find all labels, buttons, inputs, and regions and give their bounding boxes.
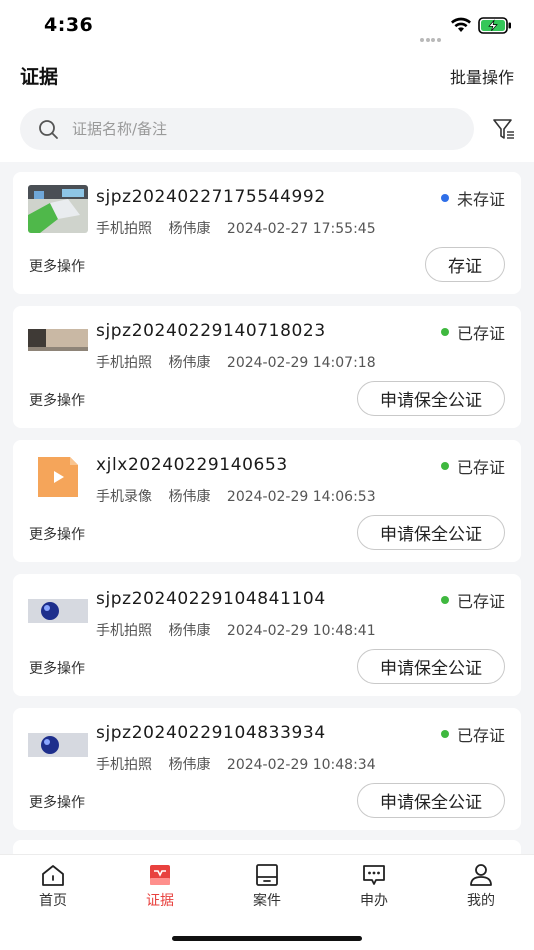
evidence-user: 杨伟康 — [168, 489, 211, 505]
status-time: 4:36 — [44, 14, 94, 36]
tab-case[interactable]: 案件 — [232, 863, 302, 910]
evidence-card[interactable]: sjpz20240229104841104 已存证 手机拍照 杨伟康 2024-… — [13, 574, 521, 696]
evidence-meta: 手机拍照 杨伟康 2024-02-29 14:07:18 — [96, 352, 388, 372]
evidence-card[interactable]: sjpz20240227175544992 未存证 手机拍照 杨伟康 2024-… — [13, 172, 521, 294]
evidence-time: 2024-02-29 10:48:41 — [226, 623, 376, 639]
video-file-icon — [28, 453, 88, 501]
status-label: 已存证 — [456, 726, 505, 745]
status-dot — [440, 328, 449, 336]
status-label: 已存证 — [456, 324, 505, 343]
evidence-status: 已存证 — [440, 454, 505, 478]
home-icon — [42, 865, 64, 886]
tab-label: 证据 — [146, 893, 174, 909]
evidence-name: sjpz20240229104841104 — [96, 589, 326, 609]
wifi-icon — [451, 17, 471, 32]
signal-dots-icon — [420, 27, 442, 42]
evidence-type: 手机拍照 — [96, 623, 152, 639]
apply-icon — [363, 865, 385, 885]
tab-profile[interactable]: 我的 — [446, 863, 516, 910]
tab-label: 申办 — [360, 893, 388, 909]
evidence-time: 2024-02-29 14:06:53 — [226, 489, 376, 505]
evidence-meta: 手机拍照 杨伟康 2024-02-29 10:48:34 — [96, 754, 388, 774]
profile-icon — [470, 864, 492, 886]
evidence-status: 未存证 — [440, 186, 505, 210]
apply-notarization-button[interactable]: 申请保全公证 — [357, 381, 505, 416]
evidence-meta: 手机录像 杨伟康 2024-02-29 14:06:53 — [96, 486, 388, 506]
tab-label: 首页 — [39, 893, 67, 909]
evidence-card[interactable]: sjpz20240229140718023 已存证 手机拍照 杨伟康 2024-… — [13, 306, 521, 428]
evidence-status: 已存证 — [440, 320, 505, 344]
evidence-thumbnail — [28, 319, 88, 367]
evidence-type: 手机拍照 — [96, 355, 152, 371]
apply-notarization-button[interactable]: 申请保全公证 — [357, 515, 505, 550]
evidence-type: 手机拍照 — [96, 221, 152, 237]
evidence-type: 手机拍照 — [96, 757, 152, 773]
evidence-user: 杨伟康 — [168, 221, 211, 237]
evidence-icon — [150, 865, 170, 885]
tab-evidence[interactable]: 证据 — [125, 863, 195, 910]
evidence-user: 杨伟康 — [168, 623, 211, 639]
evidence-card[interactable]: sjpz20240229104833934 已存证 手机拍照 杨伟康 2024-… — [13, 708, 521, 830]
more-operations-link[interactable]: 更多操作 — [29, 658, 85, 678]
status-dot — [440, 596, 449, 604]
evidence-status: 已存证 — [440, 588, 505, 612]
store-evidence-button[interactable]: 存证 — [425, 247, 505, 282]
evidence-user: 杨伟康 — [168, 757, 211, 773]
search-icon — [39, 120, 58, 139]
status-dot — [440, 462, 449, 470]
evidence-card[interactable]: xjlx20240229140653 已存证 手机录像 杨伟康 2024-02-… — [13, 440, 521, 562]
status-dot — [440, 194, 449, 202]
case-icon — [256, 864, 278, 886]
evidence-type: 手机录像 — [96, 489, 152, 505]
more-operations-link[interactable]: 更多操作 — [29, 390, 85, 410]
search-input[interactable] — [72, 108, 462, 150]
evidence-thumbnail — [28, 587, 88, 635]
apply-notarization-button[interactable]: 申请保全公证 — [357, 649, 505, 684]
evidence-time: 2024-02-29 10:48:34 — [226, 757, 376, 773]
search-bar[interactable] — [20, 108, 474, 150]
page-title: 证据 — [20, 66, 59, 88]
more-operations-link[interactable]: 更多操作 — [29, 792, 85, 812]
batch-operation-button[interactable]: 批量操作 — [450, 64, 514, 88]
evidence-meta: 手机拍照 杨伟康 2024-02-27 17:55:45 — [96, 218, 388, 238]
tab-apply[interactable]: 申办 — [339, 863, 409, 910]
evidence-thumbnail — [28, 185, 88, 233]
evidence-name: sjpz20240229140718023 — [96, 321, 326, 341]
evidence-status: 已存证 — [440, 722, 505, 746]
evidence-thumbnail — [28, 721, 88, 769]
evidence-name: sjpz20240227175544992 — [96, 187, 326, 207]
more-operations-link[interactable]: 更多操作 — [29, 524, 85, 544]
tab-label: 我的 — [467, 893, 495, 909]
status-bar: 4:36 — [0, 0, 534, 50]
filter-icon[interactable] — [492, 117, 516, 141]
evidence-meta: 手机拍照 杨伟康 2024-02-29 10:48:41 — [96, 620, 388, 640]
battery-charging-icon — [478, 17, 511, 34]
tab-label: 案件 — [253, 893, 281, 909]
evidence-name: xjlx20240229140653 — [96, 455, 288, 475]
tab-home[interactable]: 首页 — [18, 863, 88, 910]
status-dot — [440, 730, 449, 738]
status-label: 未存证 — [456, 190, 505, 209]
status-label: 已存证 — [456, 592, 505, 611]
evidence-user: 杨伟康 — [168, 355, 211, 371]
evidence-time: 2024-02-27 17:55:45 — [226, 221, 376, 237]
evidence-time: 2024-02-29 14:07:18 — [226, 355, 376, 371]
home-indicator — [172, 936, 362, 941]
more-operations-link[interactable]: 更多操作 — [29, 256, 85, 276]
evidence-name: sjpz20240229104833934 — [96, 723, 326, 743]
apply-notarization-button[interactable]: 申请保全公证 — [357, 783, 505, 818]
status-label: 已存证 — [456, 458, 505, 477]
